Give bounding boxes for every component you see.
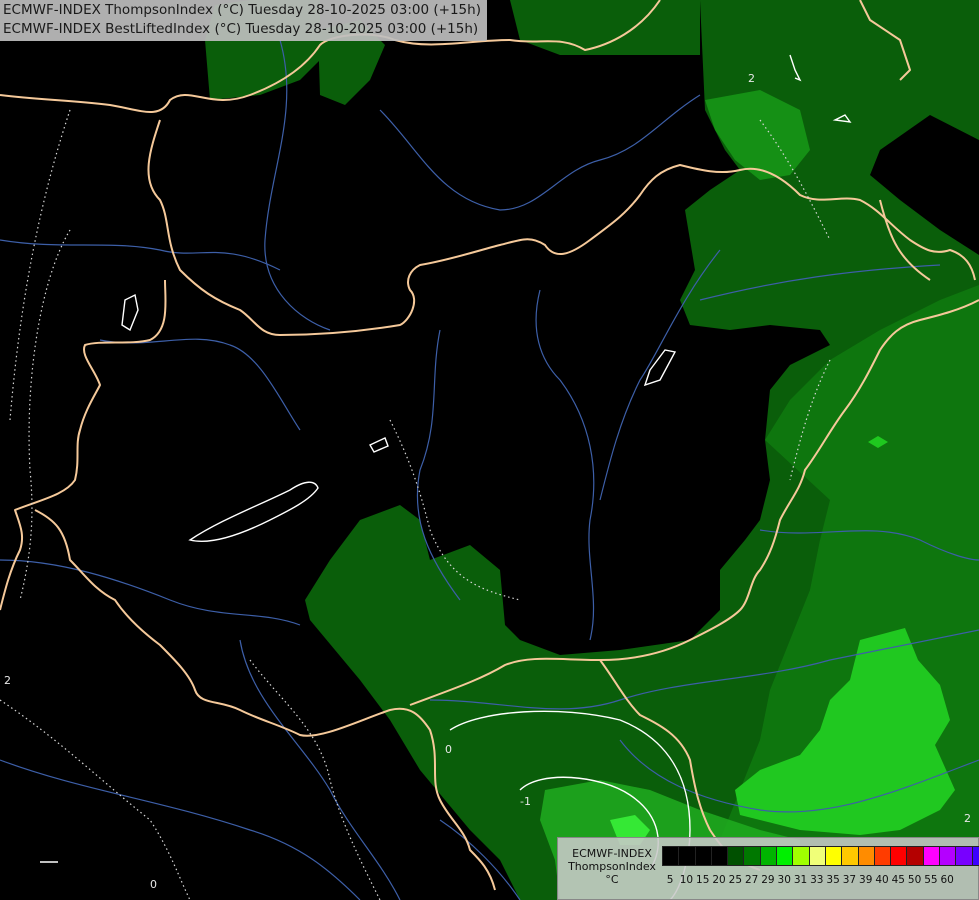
legend-swatch [743,846,761,866]
legend-tick: 5 [666,874,674,886]
legend-swatch [841,846,859,866]
legend-title-line1: ECMWF-INDEX [572,847,652,860]
legend-tick: 29 [761,874,775,886]
legend-unit: °C [605,873,619,886]
legend-tick: 37 [842,874,857,886]
legend-swatch [955,846,973,866]
legend-swatch [857,846,875,866]
legend-tick: 15 [696,874,710,886]
legend-swatch [727,846,745,866]
contour-label-minus1-south: -1 [520,795,531,808]
legend-tick: 31 [793,874,808,886]
legend-swatch [792,846,810,866]
legend-tick: 25 [728,874,743,886]
field-top-right [510,0,700,55]
legend-tick: 10 [679,874,694,886]
contour-label-2-west: 2 [4,674,11,687]
contour-label-2-north: 2 [748,72,755,85]
legend-tick: 60 [940,874,954,886]
legend-swatch [971,846,979,866]
title-line-lifted: ECMWF-INDEX BestLiftedIndex (°C) Tuesday… [3,21,479,37]
legend-swatch [678,846,696,866]
legend-color-scale [662,846,979,866]
legend-tick: 20 [712,874,726,886]
legend-swatch [824,846,843,866]
legend-swatch [922,846,941,866]
legend-swatch [694,846,712,866]
legend-tick: 33 [810,874,824,886]
legend-tick: 30 [777,874,791,886]
legend-swatch [873,846,892,866]
weather-map [0,0,979,900]
legend-swatch [939,846,957,866]
legend-swatch [662,846,680,866]
map-title: ECMWF-INDEX ThompsonIndex (°C) Tuesday 2… [0,0,487,41]
legend-tick: 39 [859,874,873,886]
legend-swatch [906,846,924,866]
legend-tick: 35 [826,874,840,886]
legend-swatch [759,846,778,866]
legend: ECMWF-INDEX ThompsonIndex °C 5 10 15 20 25 27… [557,837,979,900]
title-line-thompson: ECMWF-INDEX ThompsonIndex (°C) Tuesday 2… [3,2,481,18]
contour-label-2-east: 2 [964,812,971,825]
legend-tick: 40 [875,874,889,886]
legend-tick: 45 [891,874,905,886]
legend-swatch [710,846,729,866]
legend-swatch [776,846,794,866]
legend-tick: 27 [744,874,759,886]
legend-tick: 55 [924,874,938,886]
legend-title: ECMWF-INDEX ThompsonIndex °C [564,847,660,886]
contour-label-0-south: 0 [445,743,452,756]
legend-tick-labels: 5 10 15 20 25 27 29 30 31 33 35 37 39 40 45 50 55 60 [662,874,955,886]
contour-label-0-southwest: 0 [150,878,157,891]
legend-swatch [890,846,908,866]
legend-swatch [808,846,826,866]
legend-title-line2: ThompsonIndex [568,860,656,873]
legend-tick: 50 [907,874,922,886]
